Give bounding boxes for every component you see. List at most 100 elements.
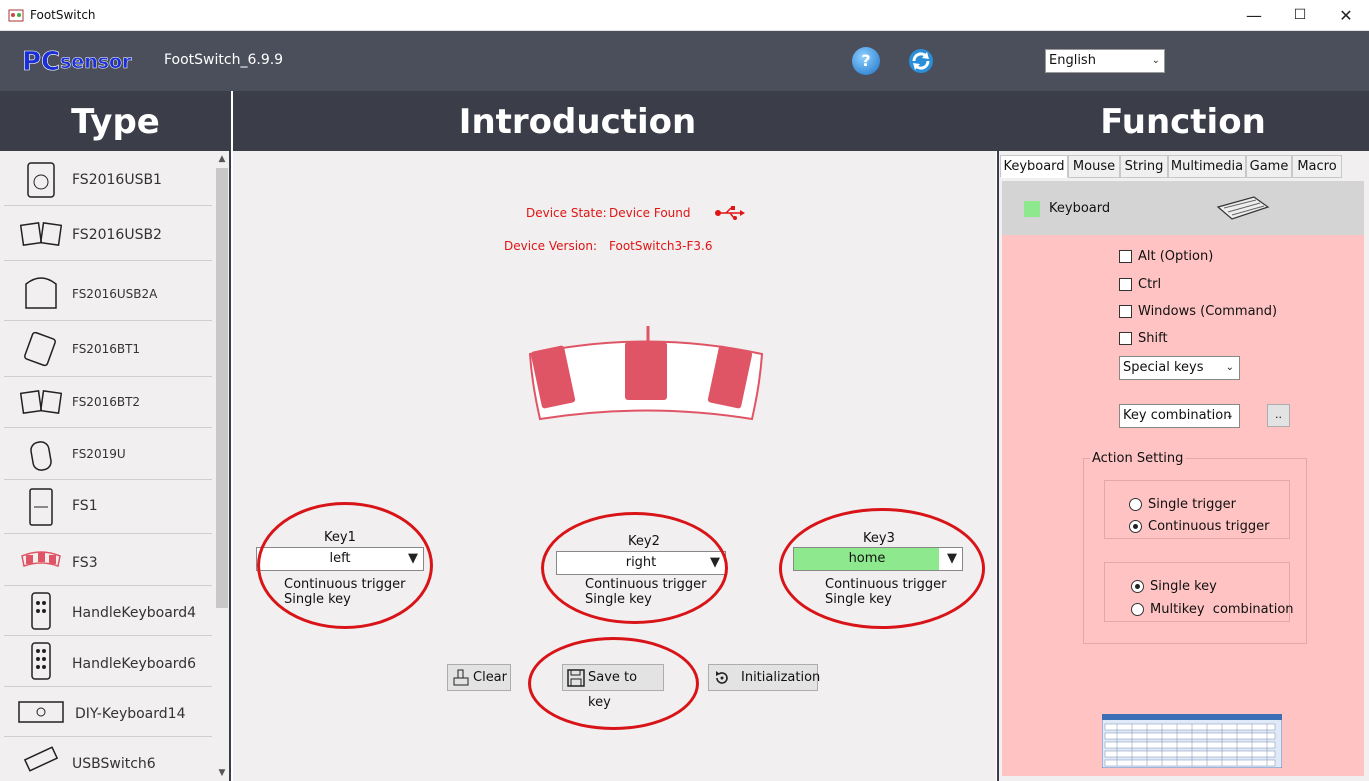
app-header: PC sensor FootSwitch_6.9.9 ? English ⌄ xyxy=(0,31,1369,91)
chevron-down-icon: ⌄ xyxy=(1225,362,1234,373)
continuous-trigger-radio[interactable] xyxy=(1129,520,1142,533)
alt-checkbox[interactable] xyxy=(1119,250,1132,263)
continuous-trigger-label: Continuous trigger xyxy=(1148,519,1270,534)
key2-mode: Single key xyxy=(585,592,652,607)
type-label: FS2016BT1 xyxy=(72,342,141,356)
close-button[interactable]: ✕ xyxy=(1323,0,1369,31)
scrollbar-thumb[interactable] xyxy=(216,168,228,608)
foot-switch-icon xyxy=(27,162,55,198)
tab-keyboard[interactable]: Keyboard xyxy=(1000,155,1068,178)
usb-switch-icon xyxy=(23,746,59,772)
language-select[interactable]: English ⌄ xyxy=(1045,49,1165,73)
key2-title: Key2 xyxy=(628,534,660,549)
refresh-icon[interactable] xyxy=(907,47,935,75)
introduction-heading: Introduction xyxy=(233,91,922,151)
key1-value: left xyxy=(329,551,351,566)
action-setting-label: Action Setting xyxy=(1090,451,1186,466)
scroll-down-icon[interactable]: ▼ xyxy=(215,768,229,778)
function-heading: Function xyxy=(997,91,1369,151)
more-button[interactable]: .. xyxy=(1267,404,1290,427)
type-item-fs2016usb2[interactable]: FS2016USB2 xyxy=(4,206,212,261)
key2-value: right xyxy=(625,555,657,570)
key1-select[interactable]: left ▼ xyxy=(256,547,424,571)
eraser-icon xyxy=(453,669,469,686)
title-bar: FootSwitch — ☐ ✕ xyxy=(0,0,1369,31)
single-trigger-radio[interactable] xyxy=(1129,498,1142,511)
save-to-key-button[interactable]: Save to key xyxy=(562,664,664,710)
minimize-button[interactable]: — xyxy=(1231,0,1277,31)
handle-keyboard-icon xyxy=(31,642,51,680)
on-screen-keyboard-icon[interactable] xyxy=(1102,714,1282,768)
type-heading: Type xyxy=(0,91,231,151)
usb-icon xyxy=(715,206,745,220)
initialization-button[interactable]: Initialization xyxy=(708,664,821,691)
key-combination-select[interactable]: Key combination ⌄ xyxy=(1119,404,1240,428)
chevron-down-icon: ⌄ xyxy=(1151,55,1160,66)
fs1-icon xyxy=(29,488,53,526)
ctrl-label: Ctrl xyxy=(1138,277,1162,292)
chevron-down-icon: ⌄ xyxy=(1225,410,1234,421)
type-label: FS2016USB2 xyxy=(72,227,162,243)
bt-double-pedal-icon xyxy=(20,389,62,415)
special-keys-select[interactable]: Special keys ⌄ xyxy=(1119,356,1240,380)
reset-icon xyxy=(716,671,728,684)
type-label: HandleKeyboard6 xyxy=(72,656,197,672)
type-label: FS1 xyxy=(72,498,98,514)
tab-game[interactable]: Game xyxy=(1246,155,1292,178)
diy-keyboard-icon xyxy=(18,701,64,723)
save-label: Save to key xyxy=(588,670,638,710)
shift-checkbox[interactable] xyxy=(1119,332,1132,345)
type-item-usbswitch6[interactable]: USBSwitch6 xyxy=(4,737,212,781)
key2-select[interactable]: right ▼ xyxy=(556,551,726,575)
type-item-fs3[interactable]: FS3 xyxy=(4,534,212,586)
tab-mouse[interactable]: Mouse xyxy=(1068,155,1120,178)
key3-mode: Single key xyxy=(825,592,892,607)
type-item-handlekeyboard4[interactable]: HandleKeyboard4 xyxy=(4,586,212,636)
special-keys-value: Special keys xyxy=(1123,360,1204,375)
single-key-radio[interactable] xyxy=(1131,580,1144,593)
init-label: Initialization xyxy=(741,670,821,685)
multikey-combination-radio[interactable] xyxy=(1131,603,1144,616)
type-item-diy-keyboard14[interactable]: DIY-Keyboard14 xyxy=(4,687,212,737)
scroll-up-icon[interactable]: ▲ xyxy=(215,154,229,164)
pedal-icon xyxy=(25,277,57,309)
single-pedal-icon xyxy=(30,441,52,471)
svg-text:sensor: sensor xyxy=(60,51,132,73)
key1-trigger: Continuous trigger xyxy=(284,577,406,592)
help-icon[interactable]: ? xyxy=(852,47,880,75)
maximize-button[interactable]: ☐ xyxy=(1277,0,1323,31)
pcsensor-logo: PC sensor xyxy=(22,47,133,76)
tab-string[interactable]: String xyxy=(1120,155,1168,178)
single-trigger-label: Single trigger xyxy=(1148,497,1236,512)
tab-macro[interactable]: Macro xyxy=(1292,155,1342,178)
key3-select[interactable]: home ▼ xyxy=(793,547,963,571)
fs3-pedal-image xyxy=(528,326,764,421)
type-label: FS2016USB2A xyxy=(72,287,158,301)
key3-title: Key3 xyxy=(863,531,895,546)
double-pedal-icon xyxy=(20,221,62,247)
type-label: FS2019U xyxy=(72,447,126,461)
key3-value: home xyxy=(848,551,886,566)
type-item-fs1[interactable]: FS1 xyxy=(4,480,212,534)
clear-label: Clear xyxy=(473,670,507,685)
type-item-fs2019u[interactable]: FS2019U xyxy=(4,428,212,480)
dropdown-arrow-icon: ▼ xyxy=(947,551,957,566)
bt-pedal-icon xyxy=(24,331,56,367)
type-item-fs2016usb1[interactable]: FS2016USB1 xyxy=(4,154,212,206)
ctrl-checkbox[interactable] xyxy=(1119,278,1132,291)
type-item-fs2016bt1[interactable]: FS2016BT1 xyxy=(4,321,212,377)
windows-checkbox[interactable] xyxy=(1119,305,1132,318)
type-list-scrollbar[interactable]: ▲ ▼ xyxy=(215,154,229,778)
key3-trigger: Continuous trigger xyxy=(825,577,947,592)
type-label: HandleKeyboard4 xyxy=(72,605,197,621)
keyboard-header: Keyboard xyxy=(1002,181,1364,235)
clear-button[interactable]: Clear xyxy=(447,664,511,691)
heading-spacer xyxy=(922,91,997,151)
type-item-handlekeyboard6[interactable]: HandleKeyboard6 xyxy=(4,636,212,687)
fs3-pedal-icon xyxy=(21,551,61,567)
tab-multimedia[interactable]: Multimedia xyxy=(1168,155,1246,178)
type-label: DIY-Keyboard14 xyxy=(75,706,186,722)
type-item-fs2016bt2[interactable]: FS2016BT2 xyxy=(4,377,212,428)
type-item-fs2016usb2a[interactable]: FS2016USB2A xyxy=(4,261,212,321)
type-list: FS2016USB1 FS2016USB2 FS2016USB2A FS2016… xyxy=(0,151,231,781)
